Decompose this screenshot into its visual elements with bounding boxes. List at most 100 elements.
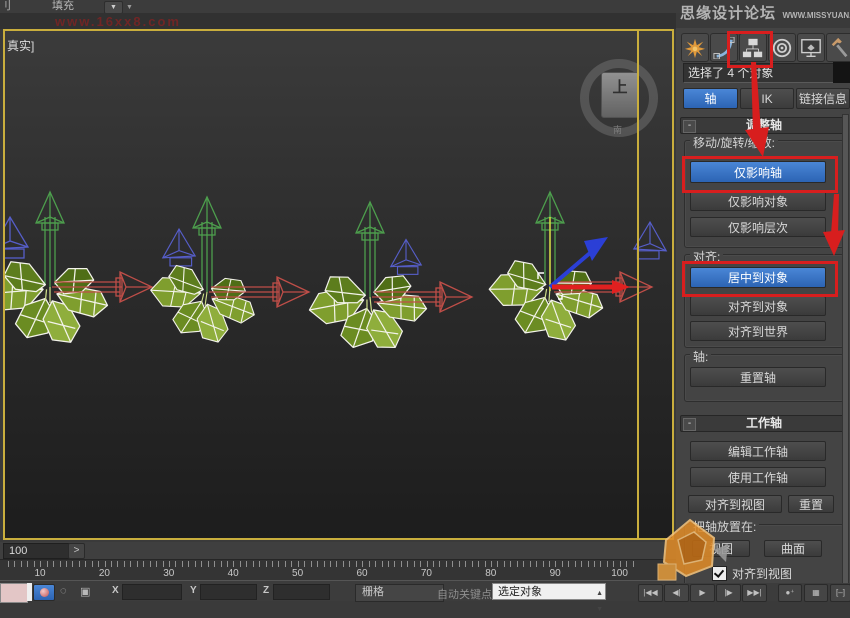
- trackbar-tick: [439, 561, 440, 567]
- surface-button[interactable]: 曲面: [764, 540, 822, 557]
- tab-display[interactable]: [797, 33, 825, 62]
- trackbar-tick: [117, 561, 118, 567]
- trackbar-tick: [85, 561, 86, 567]
- trackbar-tick: [291, 561, 292, 567]
- key-mode-button[interactable]: ●⁺: [778, 584, 802, 602]
- trackbar-tick: [594, 561, 595, 567]
- viewport-divider[interactable]: [637, 31, 639, 540]
- trackbar-tick: [472, 561, 473, 567]
- unlock-icon[interactable]: ◌: [60, 585, 67, 597]
- trackbar-tick: [600, 561, 601, 567]
- trackbar-tick: [27, 561, 28, 567]
- trackbar-tick: [452, 561, 453, 567]
- trackbar-tick: [607, 561, 608, 567]
- grid-size-button[interactable]: 栅格: [355, 584, 444, 602]
- next-frame-button-2[interactable]: |▶: [716, 584, 741, 602]
- trackbar-tick: [555, 561, 556, 567]
- use-working-pivot-button[interactable]: 使用工作轴: [690, 467, 826, 487]
- align-to-object-button[interactable]: 对齐到对象: [690, 296, 826, 316]
- trackbar-tick: [530, 561, 531, 567]
- z-coordinate-field[interactable]: [273, 584, 330, 600]
- align-to-world-button[interactable]: 对齐到世界: [690, 321, 826, 341]
- trackbar-tick: [47, 561, 48, 567]
- trackbar-tick: [433, 561, 434, 567]
- maxscript-mini-listener[interactable]: [0, 583, 28, 603]
- panel-scrollbar[interactable]: [842, 114, 849, 583]
- trackbar-tick: [34, 561, 35, 567]
- trackbar-tick: [311, 561, 312, 567]
- trackbar-tick-label: 90: [540, 568, 570, 579]
- rollout-working-pivot-title: 工作轴: [746, 416, 782, 430]
- trackbar-tick: [208, 561, 209, 567]
- move-gizmo: [538, 217, 630, 299]
- trackbar-tick-label: 60: [347, 568, 377, 579]
- track-bar[interactable]: 102030405060708090100: [0, 559, 676, 581]
- previous-frame-button[interactable]: ◀|: [664, 584, 689, 602]
- trackbar-tick: [510, 561, 511, 567]
- selection-lock-button[interactable]: [33, 584, 55, 601]
- go-to-start-button[interactable]: |◀◀: [638, 584, 663, 602]
- trackbar-tick: [330, 561, 331, 567]
- trackbar-tick: [214, 561, 215, 567]
- affect-object-only-button[interactable]: 仅影响对象: [690, 191, 826, 211]
- trackbar-tick: [459, 561, 460, 567]
- trackbar-tick: [66, 561, 67, 567]
- trackbar-tick-label: 50: [283, 568, 313, 579]
- key-filters-button[interactable]: [–]: [830, 584, 850, 602]
- trackbar-tick: [137, 561, 138, 567]
- selection-filter-dropdown[interactable]: 选定对象 ▲▼: [492, 583, 606, 600]
- menu-item-fill[interactable]: 填充: [52, 0, 74, 13]
- tab-create[interactable]: [681, 33, 709, 62]
- trackbar-tick: [227, 561, 228, 567]
- viewcube-cube[interactable]: 上: [601, 72, 639, 118]
- time-slider-frame[interactable]: 100: [3, 543, 70, 559]
- scene-objects[interactable]: [5, 31, 674, 540]
- trackbar-tick-label: 10: [25, 568, 55, 579]
- go-to-end-button[interactable]: ▶▶|: [742, 584, 767, 602]
- trackbar-tick: [221, 561, 222, 567]
- play-button[interactable]: ▶: [690, 584, 715, 602]
- time-config-button[interactable]: ▦: [804, 584, 828, 602]
- trackbar-tick: [388, 561, 389, 567]
- transform-typein-icon[interactable]: ▣: [80, 585, 90, 598]
- trackbar-tick: [14, 561, 15, 567]
- trackbar-tick: [414, 561, 415, 567]
- y-coordinate-field[interactable]: [200, 584, 257, 600]
- trackbar-tick: [124, 561, 125, 567]
- menu-item-fragment[interactable]: 刂: [0, 0, 11, 13]
- spinner-icon[interactable]: ▲▼: [596, 586, 603, 618]
- maxscript-mini-listener-white[interactable]: [27, 583, 32, 601]
- site-logo-watermark: [656, 510, 730, 586]
- edit-working-pivot-button[interactable]: 编辑工作轴: [690, 441, 826, 461]
- reset-button[interactable]: 重置: [788, 495, 834, 513]
- trackbar-tick: [8, 561, 9, 567]
- trackbar-tick: [240, 561, 241, 567]
- subtab-pivot[interactable]: 轴: [683, 88, 738, 109]
- x-coordinate-field[interactable]: [122, 584, 182, 600]
- trackbar-tick: [324, 561, 325, 567]
- viewcube-top-face[interactable]: 上: [602, 73, 638, 103]
- lock-icon: [40, 588, 49, 597]
- next-frame-button[interactable]: >: [68, 543, 85, 559]
- trackbar-tick: [491, 561, 492, 567]
- trackbar-tick: [143, 561, 144, 567]
- site-watermark: 思缘设计论坛 WWW.MISSYUAN.COM: [680, 2, 850, 26]
- menubar-dropdown-arrow-icon[interactable]: ▼: [126, 4, 133, 11]
- trackbar-tick: [246, 561, 247, 567]
- tab-utilities[interactable]: [826, 33, 850, 62]
- trackbar-tick: [195, 561, 196, 567]
- perspective-viewport[interactable]: 真实]: [3, 29, 674, 540]
- collapse-icon-2[interactable]: -: [683, 418, 696, 431]
- trackbar-tick: [620, 561, 621, 567]
- plant-2: [145, 197, 309, 346]
- reset-pivot-button[interactable]: 重置轴: [690, 367, 826, 387]
- rollout-working-pivot[interactable]: - 工作轴: [680, 415, 848, 432]
- trackbar-tick: [633, 561, 634, 567]
- trackbar-tick: [613, 561, 614, 567]
- collapse-icon[interactable]: -: [683, 120, 696, 133]
- viewcube[interactable]: 上 南: [580, 59, 658, 137]
- plant-1: [5, 192, 152, 342]
- subtab-link-info[interactable]: 链接信息: [796, 88, 850, 109]
- trackbar-tick: [40, 561, 41, 567]
- affect-hierarchy-only-button[interactable]: 仅影响层次: [690, 217, 826, 237]
